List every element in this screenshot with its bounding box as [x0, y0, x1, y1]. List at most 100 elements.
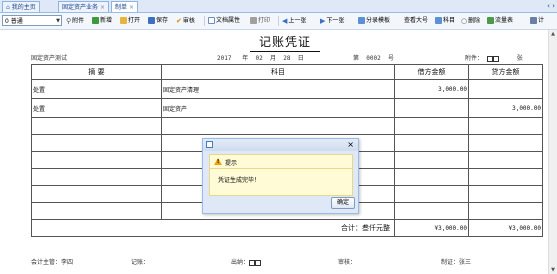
print-button[interactable]: 打印 [250, 16, 270, 26]
tab-label: 我的主页 [11, 4, 36, 11]
tab-fixed-assets[interactable]: 固定资产业务 × [58, 1, 110, 12]
save-icon [148, 17, 155, 24]
grid-icon [487, 17, 494, 24]
cashier-signature: 出纳： [231, 257, 262, 266]
subject-header: 科目 [161, 64, 395, 80]
dialog-body: ! 提示 凭证生成完毕！ [209, 154, 353, 196]
credit-cell[interactable] [468, 202, 543, 220]
title-underline [250, 51, 320, 52]
dialog-caption: 提示 [225, 160, 238, 167]
template-icon [358, 17, 365, 24]
summary-cell[interactable] [31, 134, 162, 152]
table-header-row: 摘 要 科目 借方金额 贷方金额 [31, 64, 543, 80]
calculator-icon [530, 17, 537, 24]
subject-cell[interactable]: 固定资产清理 [161, 79, 395, 99]
debit-cell[interactable] [394, 117, 469, 135]
credit-cell[interactable] [468, 79, 543, 99]
scroll-down-icon[interactable]: ▼ [549, 266, 557, 274]
credit-cell[interactable] [468, 134, 543, 152]
summary-cell[interactable] [31, 202, 162, 220]
folder-icon [120, 17, 127, 24]
subject-cell[interactable]: 固定资产 [161, 98, 395, 118]
attach-button[interactable]: ⚲附件 [66, 16, 84, 26]
summary-cell[interactable]: 处置 [31, 98, 162, 118]
voucher-title: 记账凭证 [258, 35, 311, 49]
table-row [31, 117, 543, 135]
debit-cell[interactable] [394, 202, 469, 220]
debit-header: 借方金额 [394, 64, 469, 80]
tab-bar: ⌂ 我的主页 固定资产业务 × 制单 × ‹ › [0, 0, 557, 13]
credit-cell[interactable] [468, 168, 543, 186]
credit-cell[interactable] [468, 151, 543, 169]
attachment-count: 附件： 张 [465, 55, 523, 62]
credit-header: 贷方金额 [468, 64, 543, 80]
total-label: 合计：叁仟元整 [31, 219, 395, 237]
template-button[interactable]: 分录模板 [358, 16, 390, 26]
summary-cell[interactable] [31, 168, 162, 186]
scroll-up-icon[interactable]: ▲ [549, 30, 557, 38]
dialog-titlebar[interactable]: × [203, 139, 358, 151]
message-dialog: × ! 提示 凭证生成完毕！ 确定 [202, 138, 359, 214]
document-icon [208, 17, 215, 24]
review-button[interactable]: ✔审核 [176, 16, 195, 26]
close-icon[interactable]: × [347, 139, 354, 151]
tab-scroll-arrows[interactable]: ‹ › [547, 1, 555, 11]
prev-button[interactable]: ◀上一张 [282, 16, 306, 26]
paperclip-icon: ⚲ [66, 17, 72, 25]
save-button[interactable]: 保存 [148, 16, 168, 26]
subject-button[interactable]: 科目 [435, 16, 455, 26]
fullscreen-button[interactable]: 查看大号 [404, 16, 428, 26]
check-icon: ✔ [176, 17, 182, 25]
tab-home[interactable]: ⌂ 我的主页 [2, 1, 40, 12]
open-button[interactable]: 打开 [120, 16, 140, 26]
tab-voucher[interactable]: 制单 × [111, 1, 139, 12]
flow-table-button[interactable]: 流量表 [487, 16, 513, 26]
vertical-scrollbar[interactable]: ▲ ▼ [548, 30, 557, 274]
close-icon[interactable]: × [129, 4, 134, 11]
credit-cell[interactable]: 3,000.00 [468, 98, 543, 118]
attachment-box[interactable] [492, 55, 499, 62]
window-icon [206, 141, 213, 148]
unit-name: 固定资产测试 [31, 55, 68, 62]
total-debit: ¥3,000.00 [394, 219, 469, 237]
voucher-type-select[interactable]: 0 普通 ▼ [2, 15, 62, 26]
debit-cell[interactable] [394, 185, 469, 203]
delete-button[interactable]: ○删除 [461, 16, 480, 26]
summary-cell[interactable] [31, 151, 162, 169]
next-button[interactable]: ▶下一张 [320, 16, 344, 26]
home-icon: ⌂ [6, 4, 10, 11]
close-icon[interactable]: × [100, 4, 105, 11]
summary-cell[interactable] [31, 117, 162, 135]
debit-cell[interactable] [394, 168, 469, 186]
summary-cell[interactable] [31, 185, 162, 203]
arrow-left-icon: ◀ [282, 17, 288, 25]
toolbar-separator [204, 16, 205, 26]
credit-cell[interactable] [468, 117, 543, 135]
supervisor-signature: 会计主管：李四 [31, 259, 74, 266]
calc-button[interactable]: 计 [530, 16, 544, 26]
maker-signature: 制证：张三 [441, 259, 472, 266]
total-credit: ¥3,000.00 [468, 219, 543, 237]
summary-cell[interactable]: 处置 [31, 79, 162, 99]
chevron-down-icon: ▼ [56, 18, 60, 24]
voucher-number: 第 0002 号 [353, 55, 394, 62]
debit-cell[interactable] [394, 98, 469, 118]
toolbar: 0 普通 ▼ ⚲附件 新增 打开 保存 ✔审核 文档属性 打印 ◀上一张 ▶下一… [0, 13, 557, 30]
debit-cell[interactable] [394, 134, 469, 152]
subject-cell[interactable] [161, 117, 395, 135]
new-icon [92, 17, 99, 24]
debit-cell[interactable]: 3,000.00 [394, 79, 469, 99]
warning-mark: ! [217, 159, 220, 165]
doc-properties-button[interactable]: 文档属性 [208, 16, 240, 26]
tab-label: 制单 [115, 4, 128, 11]
table-row: 处置 固定资产清理 3,000.00 [31, 79, 543, 99]
debit-cell[interactable] [394, 151, 469, 169]
toolbar-separator [278, 16, 279, 26]
arrow-right-icon: ▶ [320, 17, 326, 25]
table-row: 处置 固定资产 3,000.00 [31, 98, 543, 118]
new-button[interactable]: 新增 [92, 16, 112, 26]
ok-button[interactable]: 确定 [331, 197, 355, 209]
dialog-divider [210, 168, 352, 169]
voucher-date: 2017 年 02 月 28 日 [217, 55, 304, 62]
credit-cell[interactable] [468, 185, 543, 203]
